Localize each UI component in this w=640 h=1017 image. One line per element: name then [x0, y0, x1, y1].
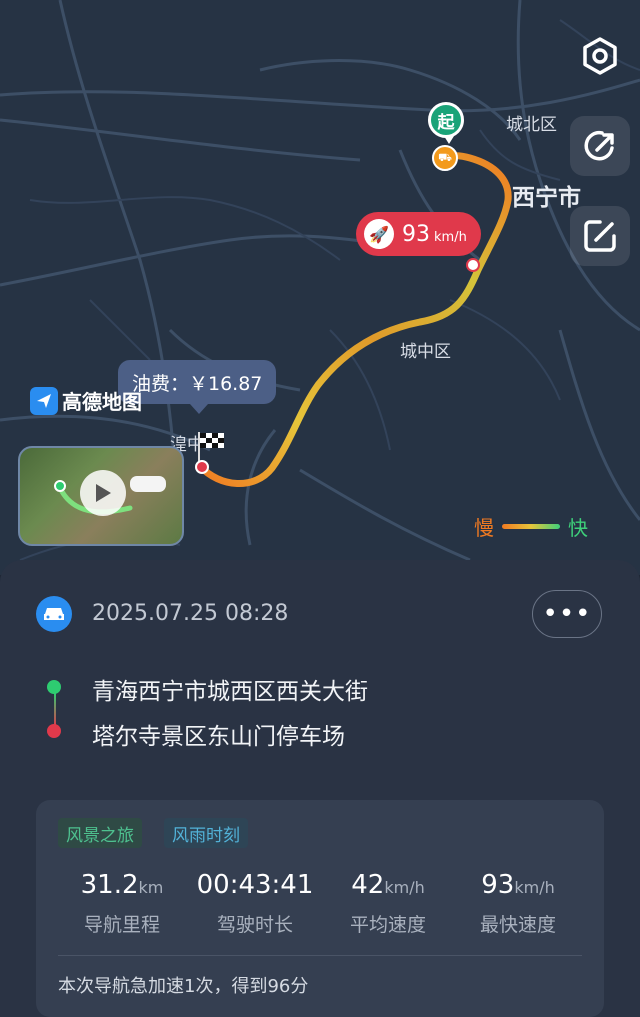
trip-video-thumbnail[interactable]	[18, 446, 184, 546]
legend-slow: 慢	[474, 516, 494, 540]
edit-button[interactable]	[570, 206, 630, 266]
map-label-xining: 西宁市	[512, 185, 581, 211]
legend-gradient-bar	[502, 524, 560, 529]
amap-logo: 高德地图	[30, 386, 142, 415]
route-path	[196, 152, 512, 487]
end-point	[195, 460, 209, 474]
tag-weather-moment[interactable]: 风雨时刻	[164, 818, 248, 848]
stat-duration: 00:43:41 驾驶时长	[185, 870, 325, 937]
rocket-icon: 🚀	[364, 219, 394, 249]
amap-logo-text: 高德地图	[62, 390, 142, 414]
stat-distance: 31.2km 导航里程	[52, 870, 192, 937]
stat-avg-speed: 42km/h 平均速度	[318, 870, 458, 937]
stat-distance-unit: km	[138, 878, 164, 897]
stat-max-speed-value: 93	[481, 870, 515, 900]
stat-avg-speed-label: 平均速度	[349, 914, 426, 936]
start-marker[interactable]: 起	[428, 102, 464, 144]
max-speed-value: 93	[402, 221, 430, 247]
tag-scenic-trip[interactable]: 风景之旅	[58, 818, 142, 848]
max-speed-point	[466, 258, 480, 272]
settings-button[interactable]	[570, 26, 630, 86]
route-map[interactable]: 城北区 西宁市 城中区 湟中 起 ⛟ 🚀 93 km/h 油费：￥16.87 高…	[0, 0, 640, 575]
settings-icon	[583, 37, 617, 75]
stat-avg-speed-unit: km/h	[384, 878, 425, 897]
start-address: 青海西宁市城西区西关大街	[92, 679, 368, 705]
legend-fast: 快	[568, 516, 588, 540]
stat-avg-speed-value: 42	[351, 870, 385, 900]
trip-score-note: 本次导航急加速1次，得到96分	[58, 976, 309, 997]
start-dot	[47, 680, 61, 694]
stat-duration-value: 00:43:41	[196, 870, 314, 900]
edit-icon	[584, 220, 616, 252]
finish-flag-icon	[198, 432, 224, 462]
stat-max-speed: 93km/h 最快速度	[448, 870, 588, 937]
end-dot	[47, 724, 61, 738]
speed-legend: 慢 快	[474, 512, 588, 541]
route-connector	[54, 693, 56, 727]
trip-datetime: 2025.07.25 08:28	[92, 601, 289, 626]
stats-divider	[58, 955, 582, 956]
end-address: 塔尔寺景区东山门停车场	[92, 724, 345, 750]
car-icon	[36, 596, 72, 632]
max-speed-unit: km/h	[434, 229, 467, 245]
stat-max-speed-label: 最快速度	[479, 914, 556, 936]
share-icon	[584, 130, 614, 161]
stat-duration-label: 驾驶时长	[216, 914, 293, 936]
map-label-chengbei: 城北区	[506, 115, 557, 135]
more-options-button[interactable]: •••	[532, 590, 602, 638]
amap-logo-icon	[30, 386, 58, 415]
start-car-icon: ⛟	[432, 145, 458, 171]
stat-distance-label: 导航里程	[83, 914, 160, 936]
max-speed-bubble[interactable]: 🚀 93 km/h	[356, 212, 481, 256]
stat-distance-value: 31.2	[80, 870, 139, 900]
play-icon[interactable]	[80, 470, 126, 516]
share-button[interactable]	[570, 116, 630, 176]
map-label-chengzhong: 城中区	[400, 342, 451, 362]
stat-max-speed-unit: km/h	[514, 878, 555, 897]
